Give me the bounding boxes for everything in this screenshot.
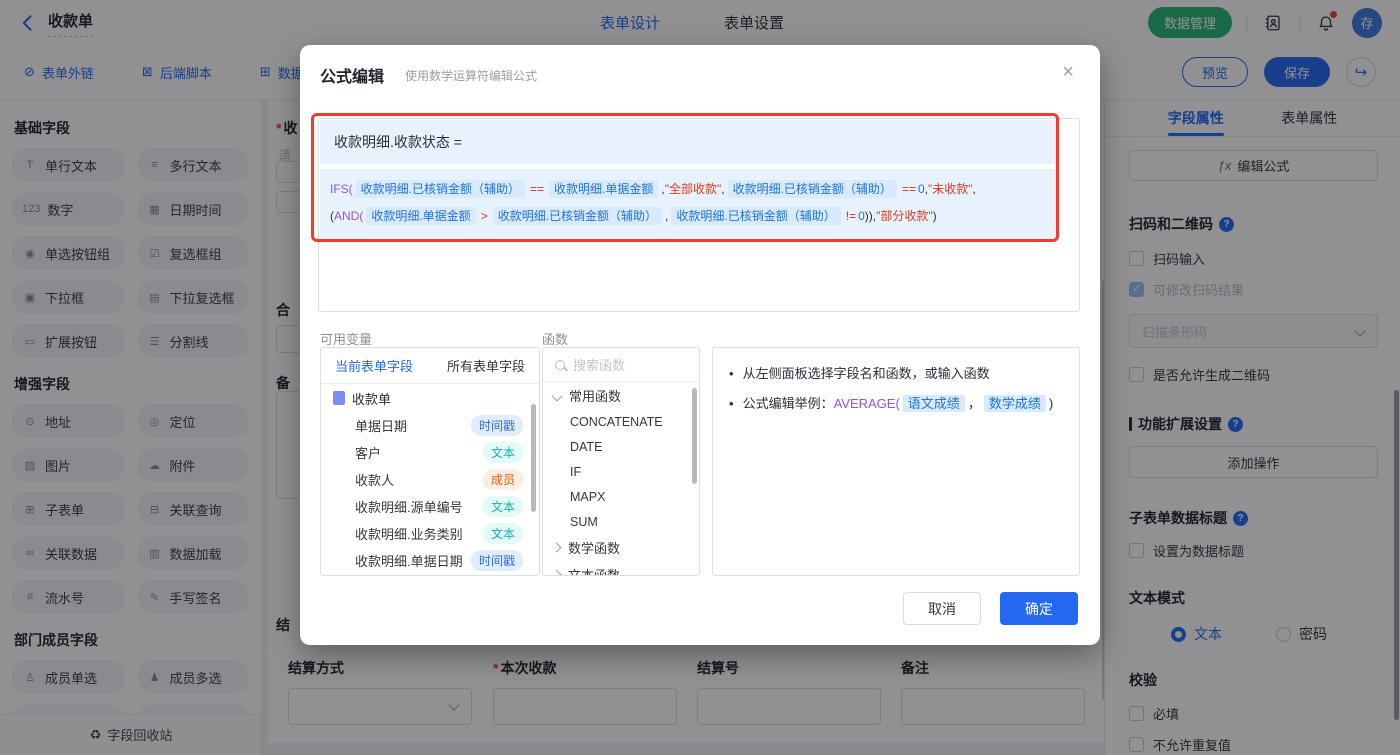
formula-input-area[interactable]: IFS(收款明细.已核销金额（辅助）==收款明细.单据金额,"全部收款",收款明… xyxy=(320,169,1057,239)
field-type-badge: 时间戳 xyxy=(471,550,523,571)
function-group-label: 数学函数 xyxy=(568,538,620,557)
formula-token: , xyxy=(973,182,976,196)
chevron-right-icon xyxy=(552,570,562,576)
formula-token: IFS( xyxy=(330,182,353,196)
field-chip[interactable]: 收款明细.单据金额 xyxy=(549,180,658,198)
formula-line-1: IFS(收款明细.已核销金额（辅助）==收款明细.单据金额,"全部收款",收款明… xyxy=(330,176,1047,203)
formula-token: != xyxy=(844,209,858,223)
formula-token: 0 xyxy=(858,209,865,223)
field-chip[interactable]: 收款明细.已核销金额（辅助） xyxy=(728,180,897,198)
modal-title: 公式编辑 xyxy=(320,63,384,87)
variable-item[interactable]: 收款人成员 xyxy=(321,466,539,493)
formula-token: ) xyxy=(1049,396,1053,411)
variable-tree: 单据日期时间戳客户文本收款人成员收款明细.源单编号文本收款明细.业务类别文本收款… xyxy=(321,412,539,576)
variable-label: 收款明细.单据日期 xyxy=(355,551,471,570)
function-group[interactable]: 文本函数 xyxy=(543,561,699,576)
help-example-tokens: 公式编辑举例：AVERAGE(语文成绩，数学成绩) xyxy=(743,394,1054,414)
field-chip[interactable]: 数学成绩 xyxy=(984,395,1046,412)
field-type-badge: 文本 xyxy=(483,496,523,517)
variables-scrollbar[interactable] xyxy=(531,404,536,512)
variable-item[interactable]: 客户文本 xyxy=(321,439,539,466)
function-item[interactable]: MAPX xyxy=(543,484,699,509)
bullet-icon: • xyxy=(729,364,734,384)
variable-tabs: 当前表单字段 所有表单字段 xyxy=(321,348,539,384)
function-item[interactable]: SUM xyxy=(543,509,699,534)
variable-label: 收款明细.业务类别 xyxy=(355,524,483,543)
variable-label: 收款人 xyxy=(355,470,483,489)
variable-item[interactable]: 收款明细.源单编号文本 xyxy=(321,493,539,520)
function-item[interactable]: DATE xyxy=(543,434,699,459)
function-group[interactable]: 数学函数 xyxy=(543,534,699,561)
variable-item[interactable]: 收款明细.业务类别文本 xyxy=(321,520,539,547)
functions-scrollbar[interactable] xyxy=(692,388,697,484)
variable-label: 单据日期 xyxy=(355,416,471,435)
help-panel: • 从左侧面板选择字段名和函数，或输入函数 • 公式编辑举例：AVERAGE(语… xyxy=(712,347,1080,576)
field-chip[interactable]: 收款明细.单据金额 xyxy=(366,207,475,225)
formula-token: == xyxy=(900,182,918,196)
formula-token: AVERAGE( xyxy=(834,396,900,411)
field-chip[interactable]: 语文成绩 xyxy=(903,395,965,412)
tab-current-form-fields[interactable]: 当前表单字段 xyxy=(335,356,413,375)
formula-token: "部分收款" xyxy=(876,209,933,223)
variable-label: 收款明细.源单编号 xyxy=(355,497,483,516)
formula-token: == xyxy=(528,182,546,196)
formula-token: "全部收款" xyxy=(665,182,722,196)
close-icon[interactable]: × xyxy=(1062,61,1074,84)
field-chip[interactable]: 收款明细.已核销金额（辅助） xyxy=(493,207,662,225)
modal-subtitle: 使用数学运算符编辑公式 xyxy=(405,67,537,84)
app-window: 收款单 表单设计 表单设置 数据管理 存 ⊘ 表单外链 ⊠ 后端脚本 xyxy=(0,0,1400,755)
field-type-badge: 成员 xyxy=(483,469,523,490)
help-bullet-1: • 从左侧面板选择字段名和函数，或输入函数 xyxy=(729,364,1063,384)
formula-line-2: (AND(收款明细.单据金额>收款明细.已核销金额（辅助）,收款明细.已核销金额… xyxy=(330,203,1047,230)
function-group-label: 文本函数 xyxy=(568,565,620,576)
function-group[interactable]: 常用函数 xyxy=(543,382,699,409)
field-chip[interactable]: 收款明细.已核销金额（辅助） xyxy=(671,207,840,225)
chevron-right-icon xyxy=(552,543,562,553)
confirm-button[interactable]: 确定 xyxy=(1000,592,1078,625)
field-chip[interactable]: 收款明细.已核销金额（辅助） xyxy=(356,180,525,198)
search-placeholder: 搜索函数 xyxy=(573,355,625,374)
formula-target-line[interactable]: 收款明细.收款状态 = xyxy=(320,120,1057,164)
field-type-badge: 时间戳 xyxy=(471,415,523,436)
variable-root-label: 收款单 xyxy=(352,389,391,408)
formula-token: 公式编辑举例： xyxy=(743,396,834,411)
variable-item[interactable]: 成员 xyxy=(321,574,539,576)
functions-panel: 搜索函数 常用函数 CONCATENATEDATEIFMAPXSUM 数学函数文本函… xyxy=(542,347,700,576)
function-search-input[interactable]: 搜索函数 xyxy=(543,348,699,382)
formula-token: > xyxy=(479,209,490,223)
cancel-button[interactable]: 取消 xyxy=(903,592,981,625)
formula-token: ) xyxy=(933,209,937,223)
variable-label: 客户 xyxy=(355,443,483,462)
function-group-label: 常用函数 xyxy=(569,386,621,405)
formula-token: "未收款" xyxy=(928,182,973,196)
function-item[interactable]: CONCATENATE xyxy=(543,409,699,434)
tab-all-form-fields[interactable]: 所有表单字段 xyxy=(447,356,525,375)
variable-tree-root[interactable]: 收款单 xyxy=(321,384,539,412)
chevron-down-icon xyxy=(551,390,562,401)
search-icon xyxy=(555,360,565,370)
variable-item[interactable]: 单据日期时间戳 xyxy=(321,412,539,439)
formula-editor: 收款明细.收款状态 = IFS(收款明细.已核销金额（辅助）==收款明细.单据金… xyxy=(318,118,1080,312)
function-tree: 常用函数 CONCATENATEDATEIFMAPXSUM 数学函数文本函数 xyxy=(543,382,699,576)
formula-token: 0 xyxy=(918,182,925,196)
function-item[interactable]: IF xyxy=(543,459,699,484)
form-doc-icon xyxy=(333,391,345,405)
variables-label: 可用变量 xyxy=(320,329,372,348)
help-text: 从左侧面板选择字段名和函数，或输入函数 xyxy=(743,364,990,384)
variables-panel: 当前表单字段 所有表单字段 收款单 单据日期时间戳客户文本收款人成员收款明细.源… xyxy=(320,347,540,576)
help-bullet-2: • 公式编辑举例：AVERAGE(语文成绩，数学成绩) xyxy=(729,394,1063,414)
formula-token: )), xyxy=(865,209,876,223)
formula-token: , xyxy=(721,182,724,196)
field-type-badge: 文本 xyxy=(483,523,523,544)
formula-token: , xyxy=(665,209,668,223)
bullet-icon: • xyxy=(729,394,734,414)
variable-item[interactable]: 收款明细.单据日期时间戳 xyxy=(321,547,539,574)
formula-editor-modal: 公式编辑 使用数学运算符编辑公式 × 收款明细.收款状态 = IFS(收款明细.… xyxy=(300,45,1100,645)
field-type-badge: 文本 xyxy=(483,442,523,463)
formula-token: ， xyxy=(968,396,981,411)
formula-token: AND( xyxy=(334,209,363,223)
functions-label: 函数 xyxy=(542,329,568,348)
